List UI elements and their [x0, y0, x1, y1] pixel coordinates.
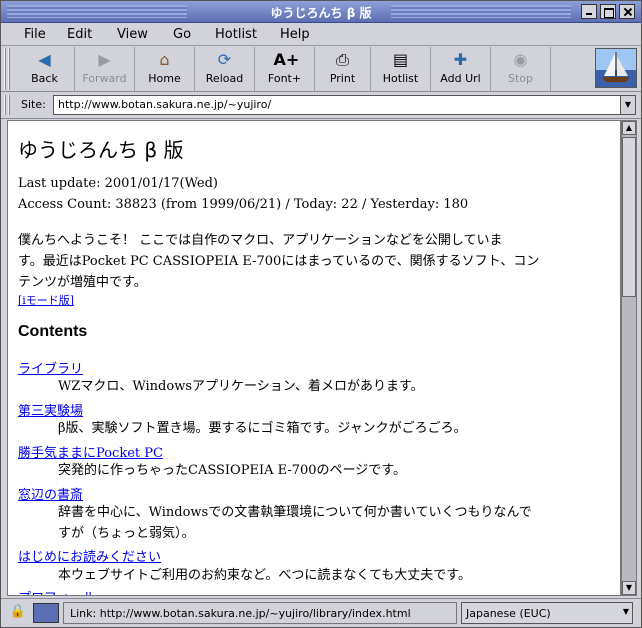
- link-study[interactable]: 窓辺の書斎: [18, 484, 83, 503]
- url-dropdown-button[interactable]: ▼: [620, 95, 636, 115]
- title-bar: ゆうじろんち β 版: [1, 1, 641, 23]
- study-description: すが（ちょっと弱気）。: [58, 526, 195, 541]
- reload-button[interactable]: ⟳ Reload: [195, 47, 255, 91]
- page-viewport: ゆうじろんち β 版 Last update: 2001/01/17(Wed) …: [7, 120, 621, 596]
- intro-text: テンツが増殖中です。: [18, 275, 147, 290]
- last-update: Last update: 2001/01/17(Wed): [18, 176, 218, 191]
- font-plus-icon: A+: [273, 50, 300, 69]
- encoding-select[interactable]: Japanese (EUC) ▼: [461, 602, 633, 624]
- scroll-thumb[interactable]: [622, 137, 636, 297]
- stop-icon: ◉: [513, 50, 528, 69]
- menu-file[interactable]: File: [24, 27, 46, 42]
- printer-icon: ⎙: [336, 50, 349, 69]
- progress-indicator: [33, 603, 59, 623]
- location-bar-grip[interactable]: [4, 95, 12, 115]
- menu-edit[interactable]: Edit: [67, 27, 92, 42]
- forward-button[interactable]: ▶ Forward: [75, 47, 135, 91]
- link-readme[interactable]: はじめにお読みください: [18, 546, 161, 565]
- menu-go[interactable]: Go: [173, 27, 191, 42]
- window-title: ゆうじろんち β 版: [270, 6, 372, 20]
- back-button[interactable]: ◀ Back: [15, 47, 75, 91]
- close-button[interactable]: [619, 4, 635, 19]
- link-pocketpc[interactable]: 勝手気ままにPocket PC: [18, 442, 163, 461]
- toolbar: ◀ Back ▶ Forward ⌂ Home ⟳ Reload A+ Font…: [1, 46, 641, 92]
- study-description: 辞書を中心に、Windowsでの文書執筆環境について何か書いていくつもりなんで: [58, 505, 532, 520]
- hotlist-button[interactable]: ▤ Hotlist: [371, 47, 431, 91]
- home-icon: ⌂: [159, 50, 170, 69]
- access-count: Access Count: 38823 (from 1999/06/21) / …: [18, 197, 469, 212]
- intro-text: 僕んちへようこそ！ ここでは自作のマクロ、アプリケーションなどを公開していま: [18, 233, 503, 248]
- maximize-button[interactable]: [600, 4, 616, 19]
- status-bar: 🔒 Link: http://www.botan.sakura.ne.jp/~y…: [1, 598, 641, 627]
- status-link-text: Link: http://www.botan.sakura.ne.jp/~yuj…: [63, 602, 457, 624]
- intro-text: す。最近はPocket PC CASSIOPEIA E-700にはまっているので…: [18, 254, 540, 269]
- readme-description: 本ウェブサイトご利用のお約束など。べつに読まなくても大丈夫です。: [58, 568, 472, 583]
- add-bookmark-icon: ✚: [453, 50, 468, 69]
- browser-logo: [595, 48, 637, 88]
- menu-bar: File Edit View Go Hotlist Help: [1, 23, 641, 46]
- print-button[interactable]: ⎙ Print: [315, 47, 371, 91]
- contents-heading: Contents: [18, 323, 88, 340]
- url-input[interactable]: http://www.botan.sakura.ne.jp/~yujiro/: [53, 95, 621, 115]
- page-heading: ゆうじろんち β 版: [18, 138, 184, 162]
- library-description: WZマクロ、Windowsアプリケーション、着メロがあります。: [58, 379, 424, 394]
- scroll-up-button[interactable]: ▲: [622, 121, 636, 135]
- site-label: Site:: [21, 98, 46, 111]
- forward-arrow-icon: ▶: [98, 50, 111, 69]
- back-arrow-icon: ◀: [38, 50, 51, 69]
- lab-description: β版、実験ソフト置き場。要するにゴミ箱です。ジャンクがごろごろ。: [58, 421, 467, 436]
- stop-button[interactable]: ◉ Stop: [491, 47, 551, 91]
- link-lab[interactable]: 第三実験場: [18, 400, 83, 419]
- chevron-down-icon: ▼: [622, 607, 629, 616]
- add-url-button[interactable]: ✚ Add Url: [431, 47, 491, 91]
- font-plus-button[interactable]: A+ Font+: [255, 47, 315, 91]
- menu-help[interactable]: Help: [280, 27, 310, 42]
- book-icon: ▤: [392, 50, 409, 69]
- minimize-button[interactable]: [581, 4, 597, 19]
- location-bar: Site: http://www.botan.sakura.ne.jp/~yuj…: [1, 92, 641, 119]
- security-lock-icon[interactable]: 🔒: [9, 604, 27, 622]
- toolbar-grip[interactable]: [4, 48, 12, 90]
- link-profile[interactable]: プロフィール: [18, 587, 96, 595]
- browser-window: ゆうじろんち β 版 File Edit View Go Hotlist Hel…: [0, 0, 642, 628]
- pocketpc-description: 突発的に作っちゃったCASSIOPEIA E-700のページです。: [58, 463, 406, 478]
- link-library[interactable]: ライブラリ: [18, 358, 83, 377]
- imode-link[interactable]: [iモード版]: [18, 292, 74, 308]
- menu-hotlist[interactable]: Hotlist: [215, 27, 257, 42]
- vertical-scrollbar[interactable]: ▲ ▼: [621, 120, 637, 596]
- scroll-down-button[interactable]: ▼: [622, 581, 636, 595]
- reload-icon: ⟳: [217, 50, 232, 69]
- home-button[interactable]: ⌂ Home: [135, 47, 195, 91]
- menu-view[interactable]: View: [117, 27, 148, 42]
